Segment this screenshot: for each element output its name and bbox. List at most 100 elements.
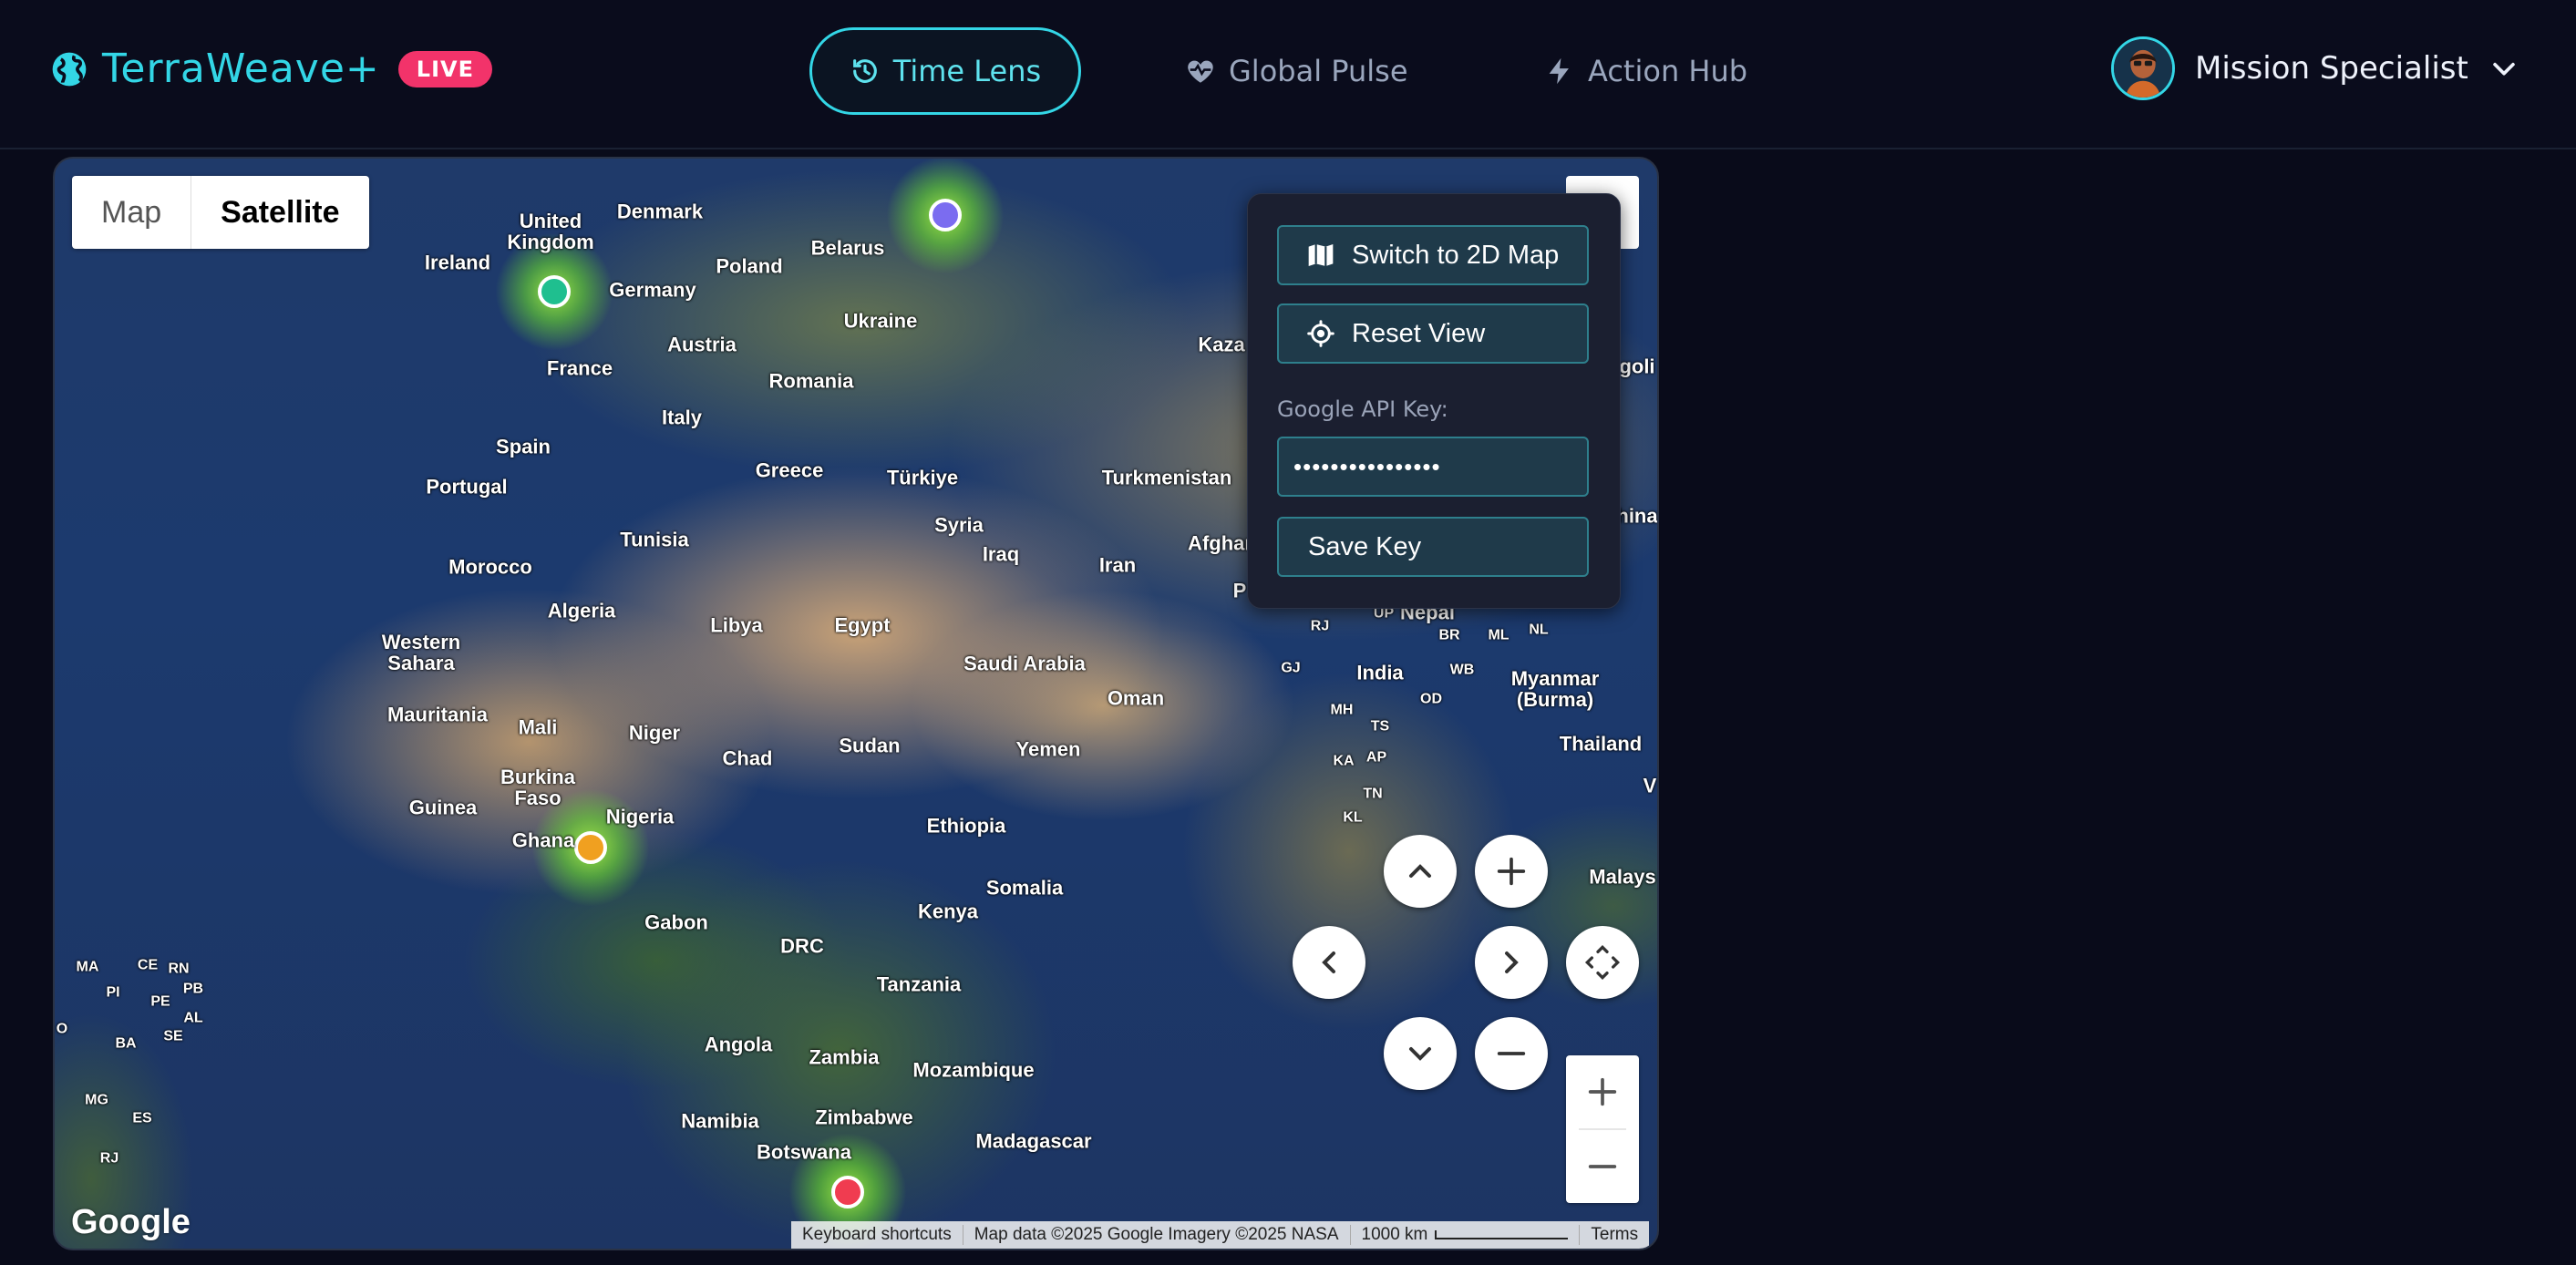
pan-right-button[interactable] <box>1475 926 1548 999</box>
bolt-icon <box>1549 57 1569 85</box>
label-state: ML <box>1488 627 1510 643</box>
label-state: RJ <box>1310 618 1330 634</box>
minus-icon <box>1588 1165 1617 1168</box>
move-arrows-icon <box>1584 944 1621 981</box>
switch-label: Switch to 2D Map <box>1352 240 1560 270</box>
nav-time-lens[interactable]: Time Lens <box>809 27 1081 115</box>
scale-bar <box>1435 1229 1569 1239</box>
label-state: BA <box>115 1035 137 1052</box>
switch-to-2d-map-button[interactable]: Switch to 2D Map <box>1277 225 1589 285</box>
label-austria: Austria <box>667 333 737 356</box>
save-label: Save Key <box>1308 531 1422 561</box>
label-state: AP <box>1365 749 1387 766</box>
terms-link[interactable]: Terms <box>1580 1225 1649 1245</box>
nav-global-pulse[interactable]: Global Pulse <box>1185 27 1408 115</box>
label-egypt: Egypt <box>834 613 891 637</box>
label-kenya: Kenya <box>917 900 979 923</box>
label-ireland: Ireland <box>424 251 491 274</box>
label-mozambique: Mozambique <box>912 1058 1035 1082</box>
label-state: OD <box>1420 691 1442 707</box>
label-portugal: Portugal <box>426 475 508 499</box>
map-settings-panel: Switch to 2D Map Reset View Google API K… <box>1247 193 1621 609</box>
label-libya: Libya <box>710 613 763 637</box>
label-state: GJ <box>1281 660 1301 676</box>
label-turkmenistan: Turkmenistan <box>1101 466 1232 489</box>
label-belarus: Belarus <box>810 236 885 260</box>
label-yemen: Yemen <box>1015 737 1081 761</box>
crosshair-icon <box>1307 320 1334 347</box>
nav-action-hub[interactable]: Action Hub <box>1544 27 1747 115</box>
globe-icon <box>52 52 87 86</box>
api-key-input[interactable]: •••••••••••••••• <box>1277 437 1589 497</box>
label-state: CE <box>137 957 159 973</box>
pan-up-button[interactable] <box>1384 835 1457 908</box>
rotate-view-button[interactable] <box>1566 926 1639 999</box>
chevron-right-icon <box>1505 951 1519 973</box>
label-sudan: Sudan <box>839 734 901 757</box>
history-icon <box>852 59 877 83</box>
label-niger: Niger <box>628 721 681 745</box>
zoom-out-round-button[interactable] <box>1475 1017 1548 1090</box>
marker-nigeria[interactable] <box>574 831 607 864</box>
label-state: NL <box>1529 622 1549 638</box>
label-mali: Mali <box>518 715 558 739</box>
zoom-in-round-button[interactable] <box>1475 835 1548 908</box>
label-thailand: Thailand <box>1559 732 1643 756</box>
label-iran: Iran <box>1098 553 1137 577</box>
label-poland: Poland <box>716 254 783 278</box>
label-mongolia: goli <box>1619 355 1655 378</box>
label-vietnam: V <box>1643 774 1657 797</box>
chevron-down-icon <box>1409 1047 1431 1061</box>
zoom-control <box>1566 1055 1639 1203</box>
heart-pulse-icon <box>1188 60 1213 83</box>
reset-label: Reset View <box>1352 318 1486 348</box>
reset-view-button[interactable]: Reset View <box>1277 303 1589 364</box>
zoom-out-button[interactable] <box>1566 1130 1639 1203</box>
save-key-button[interactable]: Save Key <box>1277 517 1589 577</box>
label-myanmar: Myanmar (Burma) <box>1510 666 1600 711</box>
map-type-satellite-button[interactable]: Satellite <box>191 176 368 249</box>
label-state: O <box>56 1021 68 1037</box>
label-zimbabwe: Zimbabwe <box>815 1106 913 1129</box>
label-state: ES <box>132 1110 152 1126</box>
label-gabon: Gabon <box>644 910 708 934</box>
chevron-left-icon <box>1322 951 1335 973</box>
label-ghana: Ghana <box>511 828 575 852</box>
api-key-label: Google API Key: <box>1277 396 1448 422</box>
label-syria: Syria <box>934 513 984 537</box>
map-type-map-button[interactable]: Map <box>72 176 191 249</box>
live-badge: LIVE <box>397 50 492 87</box>
label-drc: DRC <box>780 934 824 958</box>
user-name: Mission Specialist <box>2195 50 2468 87</box>
user-menu[interactable]: Mission Specialist <box>2111 36 2519 100</box>
label-malaysia: Malays <box>1589 865 1656 889</box>
label-state: MG <box>85 1092 108 1108</box>
label-ukraine: Ukraine <box>843 309 918 333</box>
scale-indicator[interactable]: 1000 km <box>1351 1225 1581 1245</box>
label-state: SE <box>163 1028 183 1044</box>
label-state: AL <box>183 1010 203 1026</box>
label-state: RJ <box>99 1150 119 1167</box>
minus-icon <box>1497 1052 1526 1055</box>
label-state: MA <box>76 959 99 975</box>
pan-left-button[interactable] <box>1293 926 1365 999</box>
brand[interactable]: TerraWeave+ LIVE <box>49 46 492 92</box>
label-nigeria: Nigeria <box>605 805 675 828</box>
pan-down-button[interactable] <box>1384 1017 1457 1090</box>
label-spain: Spain <box>496 435 551 458</box>
marker-belarus[interactable] <box>929 199 962 231</box>
label-morocco: Morocco <box>448 555 532 579</box>
label-state: BR <box>1438 627 1460 643</box>
marker-uk[interactable] <box>538 275 571 308</box>
label-western-sahara: Western Sahara <box>381 630 461 674</box>
label-state: RN <box>168 961 190 977</box>
keyboard-shortcuts-link[interactable]: Keyboard shortcuts <box>791 1225 963 1245</box>
nav-label: Global Pulse <box>1229 54 1408 88</box>
label-italy: Italy <box>661 406 703 429</box>
label-state: PE <box>150 993 170 1010</box>
label-chad: Chad <box>722 746 773 770</box>
marker-botswana[interactable] <box>831 1176 864 1208</box>
zoom-in-button[interactable] <box>1566 1055 1639 1128</box>
brand-name: TerraWeave+ <box>102 46 380 92</box>
label-germany: Germany <box>609 278 696 302</box>
